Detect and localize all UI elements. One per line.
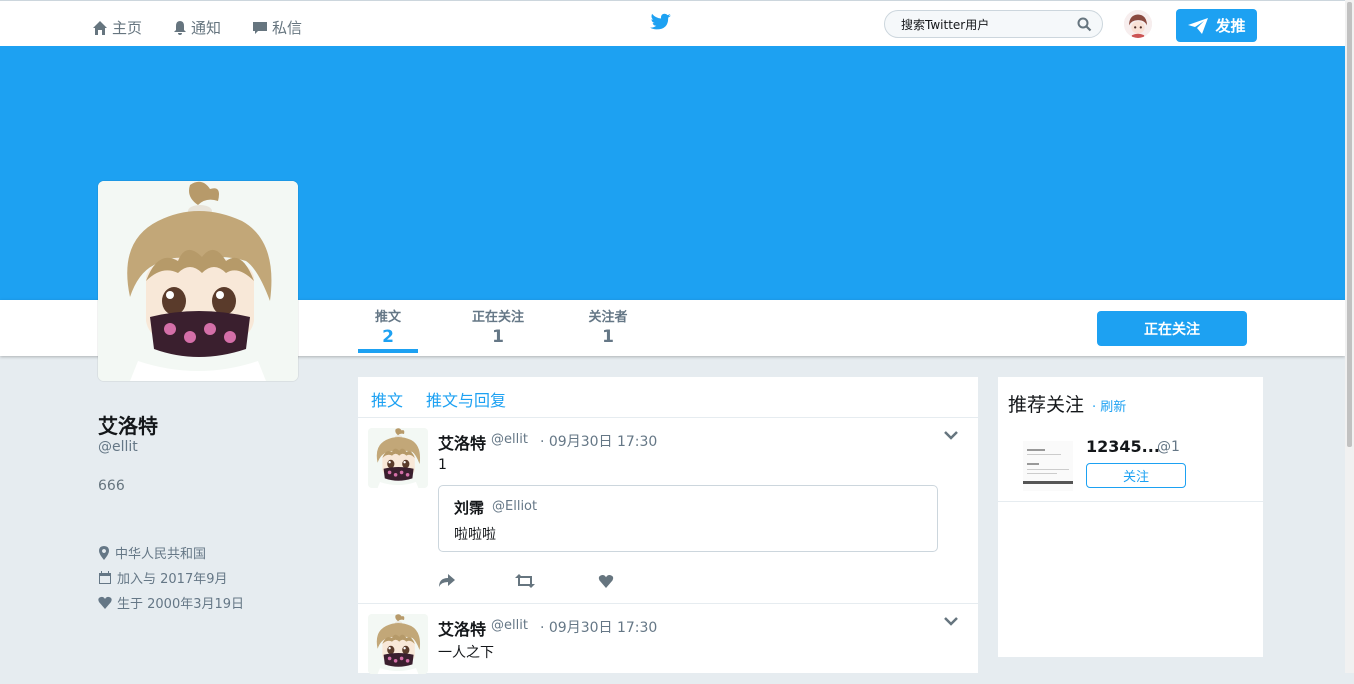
- twitter-bird-icon[interactable]: [648, 13, 672, 33]
- stat-following-value: 1: [492, 327, 504, 347]
- chevron-down-icon[interactable]: [944, 616, 958, 626]
- nav-notifications-label: 通知: [191, 19, 222, 37]
- profile-location-text: 中华人民共和国: [115, 547, 207, 562]
- retweet-button[interactable]: [515, 573, 535, 592]
- stat-tweets-value: 2: [382, 327, 394, 347]
- profile-birthday: 生于 2000年3月19日: [98, 593, 244, 612]
- profile-bio: 666: [98, 478, 125, 494]
- nav-messages[interactable]: 私信: [252, 17, 302, 38]
- stat-following[interactable]: 正在关注 1: [468, 306, 528, 347]
- suggested-user: 12345... @1 关注: [998, 431, 1263, 502]
- timeline: 推文 推文与回复 艾洛特 @ellit · 09月30日 17:30 1 刘霈 …: [358, 377, 978, 674]
- like-icon: [598, 574, 614, 588]
- heart-icon: [98, 596, 112, 609]
- stat-following-label: 正在关注: [471, 310, 524, 325]
- stat-tweets[interactable]: 推文 2: [358, 306, 418, 353]
- tweet-timestamp[interactable]: · 09月30日 17:30: [540, 617, 657, 637]
- send-icon: [1188, 17, 1209, 34]
- profile-joined-text: 加入与 2017年9月: [117, 572, 228, 587]
- tab-tweets-replies[interactable]: 推文与回复: [426, 387, 506, 411]
- like-button[interactable]: [598, 573, 614, 592]
- profile-name: 艾洛特: [98, 414, 158, 438]
- message-icon: [253, 21, 267, 34]
- profile-handle: @ellit: [98, 439, 138, 455]
- nav-home[interactable]: 主页: [92, 17, 142, 38]
- refresh-link[interactable]: · 刷新: [1092, 396, 1126, 415]
- profile-joined: 加入与 2017年9月: [98, 568, 228, 587]
- calendar-icon: [99, 570, 111, 584]
- retweet-icon: [515, 574, 535, 588]
- tweet-item[interactable]: 艾洛特 @ellit · 09月30日 17:30 一人之下: [358, 604, 978, 684]
- who-to-follow: 推荐关注 · 刷新 12345... @1 关注: [997, 376, 1264, 658]
- bell-icon: [174, 20, 186, 35]
- tweet-text: 1: [438, 457, 447, 473]
- tweet-avatar[interactable]: [368, 428, 428, 488]
- profile-location: 中华人民共和国: [98, 543, 206, 562]
- search-box: [884, 10, 1103, 38]
- tweet-author-name[interactable]: 艾洛特: [438, 616, 486, 640]
- suggested-user-name[interactable]: 12345...: [1086, 437, 1160, 456]
- top-navigation: 主页 通知 私信 发推: [0, 0, 1345, 46]
- quoted-text: 啦啦啦: [454, 527, 496, 543]
- timeline-tabs: 推文 推文与回复: [358, 377, 978, 418]
- nav-notifications[interactable]: 通知: [173, 17, 221, 38]
- chevron-down-icon[interactable]: [944, 430, 958, 440]
- home-icon: [93, 20, 107, 35]
- location-icon: [99, 545, 109, 560]
- page-scrollbar[interactable]: [1345, 0, 1354, 673]
- tweet-author-handle[interactable]: @ellit: [491, 432, 528, 447]
- tweet-avatar[interactable]: [368, 614, 428, 674]
- reply-button[interactable]: [438, 573, 455, 592]
- nav-messages-label: 私信: [272, 19, 303, 37]
- tweet-button[interactable]: 发推: [1176, 9, 1257, 42]
- search-input[interactable]: [899, 17, 1073, 33]
- following-button[interactable]: 正在关注: [1097, 311, 1247, 346]
- tweet-author-handle[interactable]: @ellit: [491, 618, 528, 633]
- follow-button[interactable]: 关注: [1086, 463, 1186, 488]
- stat-followers-value: 1: [602, 327, 614, 347]
- suggested-user-avatar[interactable]: [1023, 441, 1073, 491]
- quoted-author-handle: @Elliot: [492, 499, 538, 514]
- who-to-follow-title: 推荐关注: [1008, 394, 1085, 416]
- stat-tweets-label: 推文: [374, 310, 401, 325]
- tweet-item[interactable]: 艾洛特 @ellit · 09月30日 17:30 1 刘霈 @Elliot 啦…: [358, 418, 978, 604]
- suggested-user-handle[interactable]: @1: [1157, 439, 1180, 455]
- stat-followers-label: 关注者: [588, 310, 628, 325]
- quoted-tweet[interactable]: 刘霈 @Elliot 啦啦啦: [438, 485, 938, 552]
- stat-followers[interactable]: 关注者 1: [578, 306, 638, 347]
- quoted-author-name: 刘霈: [454, 499, 485, 517]
- tab-tweets[interactable]: 推文: [371, 387, 403, 411]
- reply-icon: [439, 574, 455, 587]
- tweet-author-name[interactable]: 艾洛特: [438, 430, 486, 454]
- nav-avatar[interactable]: [1124, 10, 1152, 38]
- tweet-text: 一人之下: [438, 645, 494, 661]
- profile-avatar[interactable]: [98, 181, 298, 381]
- profile-birthday-text: 生于 2000年3月19日: [117, 597, 245, 612]
- search-icon[interactable]: [1077, 17, 1092, 32]
- nav-home-label: 主页: [112, 19, 143, 37]
- tweet-timestamp[interactable]: · 09月30日 17:30: [540, 431, 657, 451]
- tweet-button-label: 发推: [1215, 17, 1246, 35]
- scrollbar-thumb[interactable]: [1347, 2, 1352, 447]
